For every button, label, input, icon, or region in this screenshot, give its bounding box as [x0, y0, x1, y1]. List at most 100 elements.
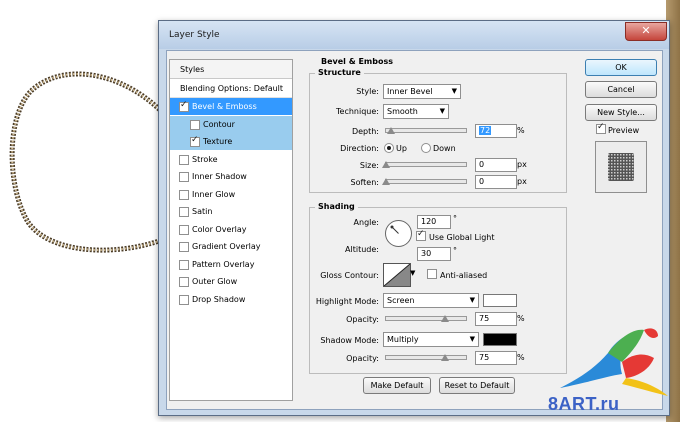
style-item-inner-glow[interactable]: Inner Glow — [170, 186, 292, 203]
technique-dropdown[interactable]: Smooth ▼ — [383, 104, 449, 119]
anti-aliased-checkbox[interactable] — [427, 269, 437, 279]
new-style-button[interactable]: New Style... — [585, 104, 657, 121]
angle-input[interactable]: 120 — [417, 215, 451, 229]
use-global-light-checkbox[interactable] — [416, 229, 426, 241]
make-default-button[interactable]: Make Default — [363, 377, 431, 394]
highlight-opacity-input[interactable]: 75 — [475, 312, 517, 326]
style-item-checkbox[interactable] — [179, 154, 189, 165]
shadow-mode-dropdown[interactable]: Multiply ▼ — [383, 332, 479, 347]
style-item-checkbox[interactable] — [179, 189, 189, 200]
style-item-label: Drop Shadow — [192, 294, 246, 304]
soften-slider-thumb[interactable] — [382, 178, 390, 185]
angle-dial[interactable] — [385, 220, 412, 247]
preview-checkbox[interactable] — [596, 122, 606, 134]
preview-label: Preview — [608, 126, 640, 135]
style-item-checkbox[interactable] — [190, 119, 200, 130]
style-item-checkbox[interactable] — [179, 100, 189, 112]
cancel-button[interactable]: Cancel — [585, 81, 657, 98]
shadow-opacity-slider[interactable] — [385, 355, 467, 360]
style-item-label: Color Overlay — [192, 224, 247, 234]
style-item-color-overlay[interactable]: Color Overlay — [170, 221, 292, 238]
gloss-contour-chevron-icon[interactable]: ▼ — [410, 269, 415, 277]
texture-preview-graphic — [608, 153, 634, 181]
size-input[interactable]: 0 — [475, 158, 517, 172]
style-item-label: Satin — [192, 207, 213, 216]
style-item-pattern-overlay[interactable]: Pattern Overlay — [170, 256, 292, 273]
styles-header[interactable]: Styles — [170, 60, 292, 79]
direction-label: Direction: — [340, 144, 379, 153]
depth-unit: % — [517, 126, 525, 135]
contour-curve-icon — [384, 264, 410, 286]
gloss-contour-label: Gloss Contour: — [320, 271, 379, 280]
soften-input[interactable]: 0 — [475, 175, 517, 189]
style-dropdown[interactable]: Inner Bevel ▼ — [383, 84, 461, 99]
altitude-label: Altitude: — [345, 245, 379, 254]
blending-options-item[interactable]: Blending Options: Default — [170, 79, 292, 98]
style-item-checkbox[interactable] — [179, 172, 189, 182]
shading-title: Shading — [315, 202, 358, 211]
style-item-gradient-overlay[interactable]: Gradient Overlay — [170, 238, 292, 255]
shadow-color-swatch[interactable] — [483, 333, 517, 346]
highlight-opacity-slider-thumb[interactable] — [441, 315, 449, 322]
highlight-color-swatch[interactable] — [483, 294, 517, 307]
style-item-stroke[interactable]: Stroke — [170, 151, 292, 168]
style-item-checkbox[interactable] — [179, 207, 189, 217]
close-button[interactable]: ✕ — [625, 22, 667, 41]
style-item-texture[interactable]: Texture — [170, 133, 292, 150]
use-global-light-label: Use Global Light — [429, 233, 495, 242]
desktop-canvas: Layer Style ✕ Styles Blending Options: D… — [0, 0, 680, 422]
style-item-checkbox[interactable] — [179, 277, 189, 287]
bevel-emboss-section-title: Bevel & Emboss — [321, 57, 393, 66]
style-item-bevel-emboss[interactable]: Bevel & Emboss — [170, 98, 292, 115]
direction-down-radio[interactable] — [421, 143, 431, 153]
style-item-checkbox[interactable] — [190, 135, 200, 147]
reset-to-default-button[interactable]: Reset to Default — [439, 377, 515, 394]
style-item-contour[interactable]: Contour — [170, 115, 292, 133]
style-preview-thumbnail — [595, 141, 647, 193]
depth-slider-thumb[interactable] — [386, 127, 395, 134]
style-item-label: Gradient Overlay — [192, 242, 261, 251]
gloss-contour-picker[interactable] — [383, 263, 411, 287]
direction-up-radio[interactable] — [384, 143, 394, 153]
style-item-label: Outer Glow — [192, 277, 238, 286]
style-item-label: Pattern Overlay — [192, 259, 255, 269]
style-item-satin[interactable]: Satin — [170, 203, 292, 220]
dialog-title: Layer Style — [169, 30, 220, 40]
size-slider-thumb[interactable] — [382, 161, 390, 168]
styles-list: Styles Blending Options: Default Bevel &… — [169, 59, 293, 401]
anti-aliased-label: Anti-aliased — [440, 271, 488, 280]
style-item-checkbox[interactable] — [179, 294, 189, 305]
highlight-opacity-slider[interactable] — [385, 316, 467, 321]
soften-unit: px — [517, 177, 527, 186]
depth-input[interactable]: 72 — [475, 124, 517, 138]
highlight-mode-dropdown[interactable]: Screen ▼ — [383, 293, 479, 308]
style-item-inner-shadow[interactable]: Inner Shadow — [170, 168, 292, 185]
watermark-text: 8ART.ru — [548, 394, 620, 414]
structure-title: Structure — [315, 68, 364, 77]
size-unit: px — [517, 160, 527, 169]
soften-slider[interactable] — [385, 179, 467, 184]
altitude-unit: ° — [453, 246, 457, 255]
shadow-opacity-input[interactable]: 75 — [475, 351, 517, 365]
ok-button[interactable]: OK — [585, 59, 657, 76]
style-item-checkbox[interactable] — [179, 242, 189, 252]
title-bar[interactable]: Layer Style ✕ — [159, 21, 669, 49]
soften-label: Soften: — [350, 178, 379, 187]
style-item-label: Stroke — [192, 154, 218, 164]
style-item-outer-glow[interactable]: Outer Glow — [170, 273, 292, 290]
style-item-drop-shadow[interactable]: Drop Shadow — [170, 291, 292, 308]
altitude-input[interactable]: 30 — [417, 247, 451, 261]
style-item-label: Contour — [203, 119, 235, 129]
style-item-checkbox[interactable] — [179, 259, 189, 270]
style-item-label: Inner Shadow — [192, 172, 247, 181]
size-slider[interactable] — [385, 162, 467, 167]
chevron-down-icon: ▼ — [451, 87, 457, 95]
shadow-opacity-slider-thumb[interactable] — [441, 354, 449, 361]
chevron-down-icon: ▼ — [439, 107, 445, 115]
style-item-checkbox[interactable] — [179, 224, 189, 235]
close-icon: ✕ — [641, 24, 651, 37]
angle-unit: ° — [453, 214, 457, 223]
chevron-down-icon: ▼ — [469, 335, 475, 343]
angle-label: Angle: — [353, 218, 379, 227]
depth-slider[interactable] — [385, 128, 467, 133]
